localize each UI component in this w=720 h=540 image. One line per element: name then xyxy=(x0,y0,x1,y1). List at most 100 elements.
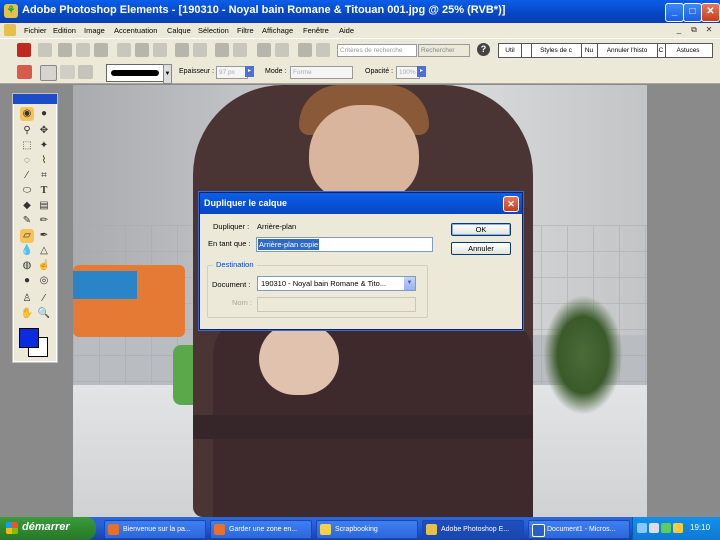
pencil-tool-icon[interactable]: ✏ xyxy=(37,214,51,228)
dialog-close-button[interactable]: ✕ xyxy=(503,196,519,212)
mode-select[interactable]: Forme xyxy=(290,66,353,79)
red-eye-icon[interactable]: ● xyxy=(37,107,51,121)
crop-tool-icon[interactable]: ⌗ xyxy=(37,169,51,183)
epaisseur-field[interactable]: 97 px xyxy=(216,66,248,79)
eyedropper-tool-icon[interactable]: ⁄ xyxy=(20,169,34,183)
doc-restore-button[interactable]: ⧉ xyxy=(689,25,699,35)
print-icon[interactable] xyxy=(153,43,167,57)
color-eyedropper-icon[interactable]: ⁄ xyxy=(37,292,51,306)
palette-tab-history[interactable]: Annuler l'histo xyxy=(597,44,658,57)
magic-wand-icon[interactable]: ✦ xyxy=(37,139,51,153)
undo-icon[interactable] xyxy=(257,43,271,57)
marquee-tool-icon[interactable]: ⬚ xyxy=(20,139,34,153)
document-select[interactable]: 190310 - Noyal bain Romane & Tito... ▼ xyxy=(257,276,416,291)
redo-icon[interactable] xyxy=(275,43,289,57)
menu-accentuation[interactable]: Accentuation xyxy=(114,26,157,35)
doc-minimize-button[interactable]: _ xyxy=(674,25,684,35)
move-tool-icon[interactable]: ✥ xyxy=(37,124,51,138)
start-button[interactable]: démarrer xyxy=(0,517,96,540)
quick-fix-icon[interactable] xyxy=(298,43,312,57)
tray-arrow-icon[interactable] xyxy=(637,523,647,533)
task-scrapbooking[interactable]: Scrapbooking xyxy=(316,520,418,539)
selection-brush-icon[interactable]: ⌇ xyxy=(37,154,51,168)
import-icon[interactable] xyxy=(94,43,108,57)
security-icon[interactable] xyxy=(661,523,671,533)
sharpen-tool-icon[interactable]: △ xyxy=(37,244,51,258)
brush-dropdown[interactable]: ▼ xyxy=(163,64,172,84)
chevron-down-icon[interactable]: ▼ xyxy=(404,277,415,290)
search-button[interactable]: Rechercher xyxy=(418,44,470,57)
sponge-tool-icon[interactable]: ◍ xyxy=(20,259,34,273)
minimize-button[interactable]: _ xyxy=(665,3,684,22)
foreground-color-swatch[interactable] xyxy=(19,328,39,348)
hand-tool-icon[interactable]: ✋ xyxy=(20,307,34,321)
impressionist-brush-icon[interactable]: ✒ xyxy=(37,229,51,243)
palette-tab-util[interactable]: Util xyxy=(499,44,522,57)
layer-name-input[interactable]: Arrière-plan copie xyxy=(256,237,433,252)
auto-fix-icon[interactable] xyxy=(316,43,330,57)
save-web-icon[interactable] xyxy=(135,43,149,57)
magic-eraser-icon[interactable] xyxy=(78,65,93,79)
copy-icon[interactable] xyxy=(233,43,247,57)
cancel-button[interactable]: Annuler xyxy=(451,242,511,255)
smudge-tool-icon[interactable]: ☝ xyxy=(37,259,51,273)
type-tool-icon[interactable]: T xyxy=(37,184,51,198)
toolbox-header[interactable] xyxy=(13,94,57,104)
shape-tool-icon[interactable]: ⬭ xyxy=(20,184,34,198)
dodge-tool-icon[interactable]: ● xyxy=(20,274,34,288)
zoom-magnifier-icon[interactable]: 🔍 xyxy=(37,307,51,321)
menu-image[interactable]: Image xyxy=(84,26,105,35)
menu-calque[interactable]: Calque xyxy=(167,26,191,35)
open-icon[interactable] xyxy=(58,43,72,57)
menu-affichage[interactable]: Affichage xyxy=(262,26,293,35)
gradient-tool-icon[interactable]: ▤ xyxy=(37,199,51,213)
palette-tab-nu[interactable]: Nu xyxy=(581,44,598,57)
clock: 19:10 xyxy=(690,523,711,532)
ok-button[interactable]: OK xyxy=(451,223,511,236)
clone-stamp-icon[interactable]: ♙ xyxy=(20,292,34,306)
search-input[interactable]: Critères de recherche xyxy=(337,44,417,57)
maximize-button[interactable]: □ xyxy=(683,3,702,22)
options-bar: ▼ Epaisseur : 97 px ▸ Mode : Forme Opaci… xyxy=(0,61,720,84)
task-word[interactable]: Document1 - Micros... xyxy=(528,520,630,539)
eraser-selected-icon[interactable] xyxy=(40,65,57,81)
volume-icon[interactable] xyxy=(673,523,683,533)
menu-edition[interactable]: Edition xyxy=(53,26,76,35)
task-ie-2[interactable]: Garder une zone en... xyxy=(210,520,312,539)
eraser-icon[interactable] xyxy=(17,65,32,79)
photomerge-icon[interactable]: ◉ xyxy=(20,107,34,121)
palette-tab-astuces[interactable]: Astuces xyxy=(665,44,711,57)
burn-tool-icon[interactable]: ◎ xyxy=(37,274,51,288)
menu-aide[interactable]: Aide xyxy=(339,26,354,35)
lasso-tool-icon[interactable]: ◌ xyxy=(20,154,34,168)
zoom-tool-icon[interactable]: ⚲ xyxy=(20,124,34,138)
paint-bucket-icon[interactable]: ◆ xyxy=(20,199,34,213)
email-icon[interactable] xyxy=(175,43,189,57)
share-icon[interactable] xyxy=(193,43,207,57)
background-eraser-icon[interactable] xyxy=(60,65,75,79)
palette-tab-styles[interactable]: Styles de c xyxy=(531,44,582,57)
new-icon[interactable] xyxy=(38,43,52,57)
adobe-logo-icon[interactable] xyxy=(17,43,31,57)
task-photoshop[interactable]: Adobe Photoshop E... xyxy=(422,520,524,539)
dupliquer-value: Arrière-plan xyxy=(257,222,297,231)
task-ie-1[interactable]: Bienvenue sur la pa... xyxy=(104,520,206,539)
menu-fichier[interactable]: Fichier xyxy=(24,26,47,35)
blur-tool-icon[interactable]: 💧 xyxy=(20,244,34,258)
menu-selection[interactable]: Sélection xyxy=(198,26,229,35)
eraser-tool-icon[interactable]: ▱ xyxy=(20,229,34,243)
network-icon[interactable] xyxy=(649,523,659,533)
help-icon[interactable]: ? xyxy=(477,43,490,56)
menu-fenetre[interactable]: Fenêtre xyxy=(303,26,329,35)
doc-close-button[interactable]: ✕ xyxy=(704,25,714,35)
brush-preview[interactable] xyxy=(106,64,165,82)
menu-filtre[interactable]: Filtre xyxy=(237,26,254,35)
browse-icon[interactable] xyxy=(76,43,90,57)
close-button[interactable]: ✕ xyxy=(701,3,720,22)
save-icon[interactable] xyxy=(117,43,131,57)
epaisseur-slider-button[interactable]: ▸ xyxy=(245,66,254,77)
dialog-title-bar[interactable]: Dupliquer le calque ✕ xyxy=(200,193,522,214)
brush-tool-icon[interactable]: ✎ xyxy=(20,214,34,228)
cut-icon[interactable] xyxy=(215,43,229,57)
opacite-slider-button[interactable]: ▸ xyxy=(417,66,426,77)
